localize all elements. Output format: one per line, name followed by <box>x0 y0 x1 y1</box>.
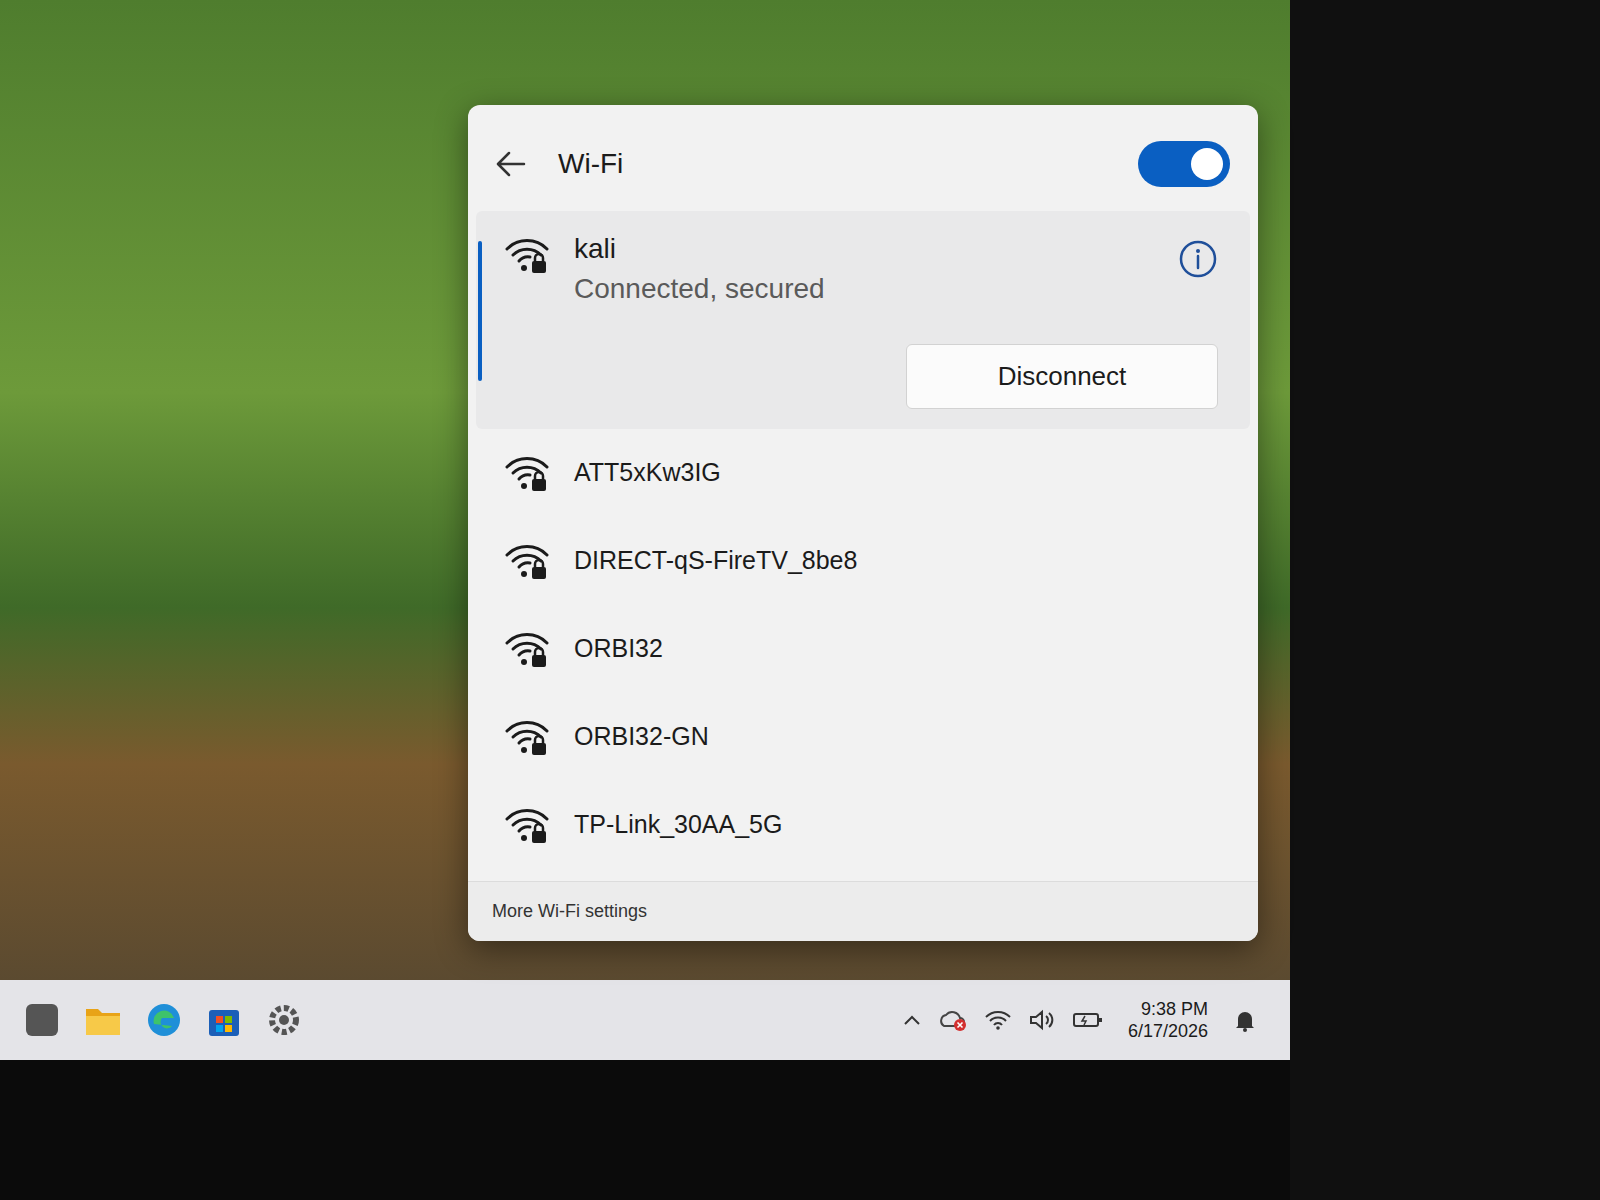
battery-icon[interactable] <box>1072 1010 1104 1030</box>
clock-time: 9:38 PM <box>1141 998 1208 1021</box>
taskbar: 9:38 PM6/17/2026 <box>0 980 1290 1060</box>
notification-bell-icon[interactable] <box>1232 1007 1258 1033</box>
network-item[interactable]: DIRECT-qS-FireTV_8be8 <box>468 517 1258 605</box>
network-ssid: DIRECT-qS-FireTV_8be8 <box>574 542 857 580</box>
clock[interactable]: 9:38 PM6/17/2026 <box>1120 998 1216 1043</box>
wifi-lock-icon <box>504 717 550 757</box>
toggle-knob <box>1191 148 1223 180</box>
back-arrow-icon[interactable] <box>496 151 526 177</box>
network-ssid: ORBI32-GN <box>574 718 709 756</box>
panel-header: Wi-Fi <box>468 105 1258 211</box>
clock-date: 6/17/2026 <box>1128 1020 1208 1043</box>
network-item[interactable]: ORBI32-GN <box>468 693 1258 781</box>
network-text: kali Connected, secured <box>574 231 1154 308</box>
folder-icon[interactable] <box>84 1003 122 1037</box>
wifi-icon[interactable] <box>984 1009 1012 1031</box>
panel-footer: More Wi-Fi settings <box>468 881 1258 941</box>
network-top: kali Connected, secured <box>504 231 1218 308</box>
wifi-lock-icon <box>504 453 550 493</box>
taskbar-apps <box>24 1002 302 1038</box>
network-item[interactable]: ATT5xKw3IG <box>468 429 1258 517</box>
info-icon[interactable] <box>1178 231 1218 279</box>
bezel <box>1290 0 1600 1200</box>
app-icon[interactable] <box>24 1002 60 1038</box>
wifi-lock-icon <box>504 805 550 845</box>
system-tray: 9:38 PM6/17/2026 <box>902 998 1266 1043</box>
store-icon[interactable] <box>206 1002 242 1038</box>
onedrive-error-icon[interactable] <box>938 1008 968 1032</box>
wifi-lock-icon <box>504 541 550 581</box>
button-row: Disconnect <box>504 344 1218 409</box>
chevron-up-icon[interactable] <box>902 1013 922 1027</box>
wifi-panel: Wi-Fi kali Connected, secured Disconnect ATT… <box>468 105 1258 941</box>
screen: 9:38 PM6/17/2026 Wi-Fi kali Connected, sec… <box>0 0 1600 1200</box>
selection-bar <box>478 241 482 381</box>
network-item[interactable]: kali Connected, secured Disconnect <box>476 211 1250 429</box>
edge-icon[interactable] <box>146 1002 182 1038</box>
network-status: Connected, secured <box>574 271 1154 307</box>
desktop: 9:38 PM6/17/2026 Wi-Fi kali Connected, sec… <box>0 0 1290 1060</box>
network-ssid: ORBI32 <box>574 630 663 668</box>
wifi-lock-icon <box>504 629 550 669</box>
network-list: kali Connected, secured Disconnect ATT5xKw3… <box>468 211 1258 869</box>
network-item[interactable]: ORBI32 <box>468 605 1258 693</box>
volume-icon[interactable] <box>1028 1009 1056 1031</box>
network-ssid: kali <box>574 231 1154 267</box>
network-ssid: TP-Link_30AA_5G <box>574 806 782 844</box>
wifi-lock-icon <box>504 231 550 275</box>
more-settings-link[interactable]: More Wi-Fi settings <box>492 898 1234 925</box>
disconnect-button[interactable]: Disconnect <box>906 344 1218 409</box>
wifi-toggle[interactable] <box>1138 141 1230 187</box>
network-item[interactable]: TP-Link_30AA_5G <box>468 781 1258 869</box>
panel-title: Wi-Fi <box>558 143 1106 185</box>
settings-gear-icon[interactable] <box>266 1002 302 1038</box>
network-ssid: ATT5xKw3IG <box>574 454 721 492</box>
